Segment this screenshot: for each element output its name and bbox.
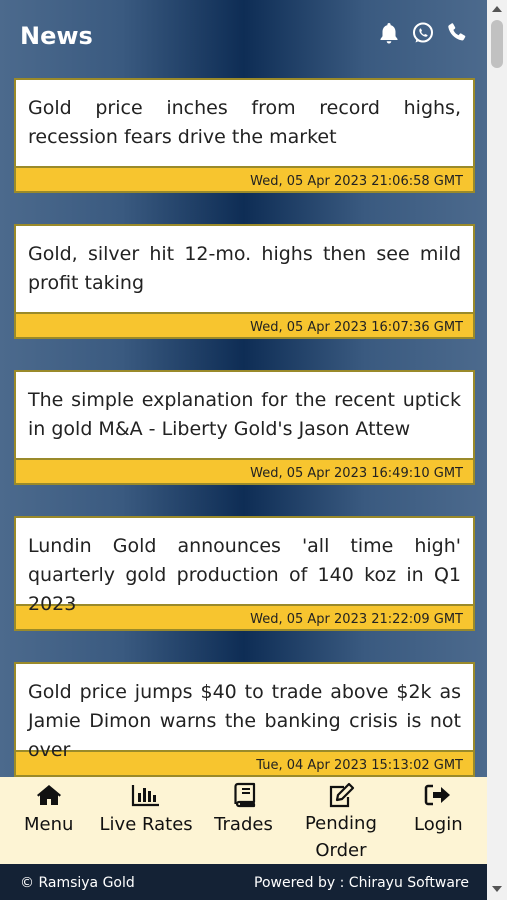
home-icon (35, 781, 63, 809)
nav-item-trades[interactable]: Trades (195, 777, 292, 864)
bell-icon[interactable] (377, 20, 401, 46)
news-date: Tue, 04 Apr 2023 15:13:02 GMT (14, 750, 475, 777)
nav-label: Live Rates (99, 814, 193, 835)
scrollbar-thumb[interactable] (491, 20, 503, 68)
news-headline[interactable]: The simple explanation for the recent up… (14, 370, 475, 458)
nav-item-login[interactable]: Login (390, 777, 487, 864)
sign-out-icon (424, 781, 452, 809)
whatsapp-icon[interactable] (411, 20, 435, 46)
news-page: News Gold price inches from record highs… (0, 0, 487, 900)
app-header: News (0, 0, 487, 76)
bar-chart-icon (131, 781, 161, 809)
nav-label: Login (414, 814, 463, 835)
news-headline[interactable]: Lundin Gold announces 'all time high' qu… (14, 516, 475, 615)
news-date: Wed, 05 Apr 2023 21:06:58 GMT (14, 166, 475, 193)
app-footer: © Ramsiya Gold Powered by : Chirayu Soft… (0, 864, 487, 900)
scrollbar[interactable] (487, 0, 507, 900)
news-card[interactable]: Gold, silver hit 12-mo. highs then see m… (14, 224, 475, 339)
nav-item-pending-order[interactable]: Pending Order (292, 777, 389, 864)
news-headline[interactable]: Gold price jumps $40 to trade above $2k … (14, 662, 475, 761)
nav-item-menu[interactable]: Menu (0, 777, 97, 864)
scroll-up-arrow-icon[interactable] (492, 6, 502, 12)
book-icon (231, 781, 257, 809)
news-date: Wed, 05 Apr 2023 16:49:10 GMT (14, 458, 475, 485)
nav-label: Pending Order (304, 813, 377, 861)
page-title: News (20, 22, 93, 50)
news-feed[interactable]: Gold price inches from record highs, rec… (14, 78, 475, 808)
nav-item-live-rates[interactable]: Live Rates (97, 777, 194, 864)
news-card[interactable]: The simple explanation for the recent up… (14, 370, 475, 485)
phone-icon[interactable] (445, 20, 469, 46)
news-card[interactable]: Gold price inches from record highs, rec… (14, 78, 475, 193)
bottom-nav: Menu Live Rates Trades Pending Order Log… (0, 777, 487, 864)
news-headline[interactable]: Gold price inches from record highs, rec… (14, 78, 475, 166)
news-date: Wed, 05 Apr 2023 21:22:09 GMT (14, 604, 475, 631)
edit-icon (327, 781, 355, 808)
scroll-down-arrow-icon[interactable] (492, 886, 502, 892)
nav-label: Trades (214, 814, 273, 835)
news-date: Wed, 05 Apr 2023 16:07:36 GMT (14, 312, 475, 339)
copyright-text: © Ramsiya Gold (20, 875, 135, 891)
powered-by-text[interactable]: Powered by : Chirayu Software (254, 875, 469, 891)
nav-label: Menu (23, 814, 74, 835)
news-card[interactable]: Lundin Gold announces 'all time high' qu… (14, 516, 475, 631)
news-headline[interactable]: Gold, silver hit 12-mo. highs then see m… (14, 224, 475, 312)
news-card[interactable]: Gold price jumps $40 to trade above $2k … (14, 662, 475, 777)
